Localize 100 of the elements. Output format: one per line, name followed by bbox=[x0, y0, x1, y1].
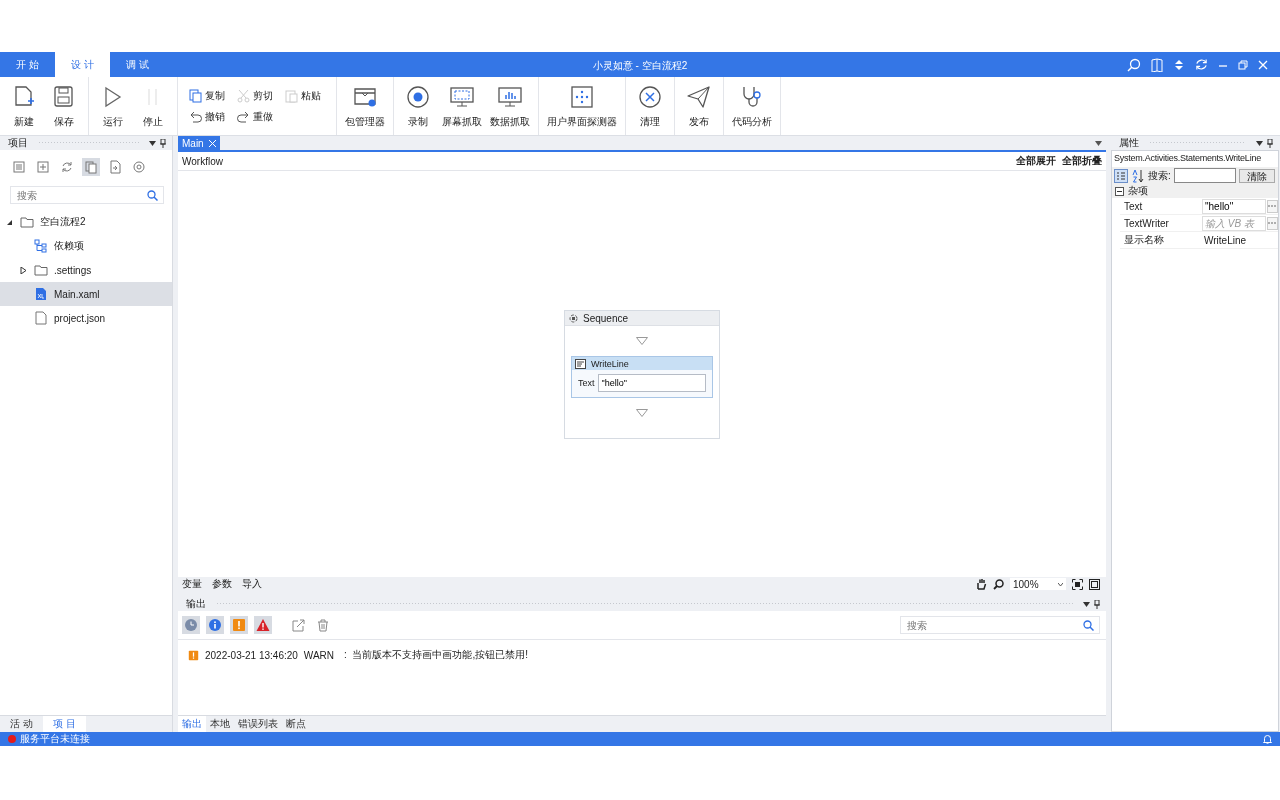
panel-tab[interactable]: 错误列表 bbox=[234, 716, 282, 732]
folder-icon bbox=[20, 215, 34, 229]
tree-item[interactable]: project.json bbox=[0, 306, 172, 330]
collapse-icon[interactable] bbox=[6, 218, 13, 226]
ribbon-button[interactable]: 撤销 bbox=[188, 109, 230, 124]
property-value[interactable]: WriteLine bbox=[1202, 234, 1247, 246]
menu-tab[interactable]: 设 计 bbox=[55, 52, 110, 77]
panel-tab[interactable]: 输出 bbox=[178, 716, 206, 732]
breadcrumb[interactable]: Workflow bbox=[182, 155, 223, 167]
clear-button[interactable]: 清除 bbox=[1238, 168, 1275, 183]
collapse-all-link[interactable]: 全部折叠 bbox=[1062, 154, 1102, 168]
bell-icon[interactable] bbox=[1263, 734, 1272, 744]
dropdown-icon[interactable] bbox=[149, 140, 156, 146]
filter-button[interactable] bbox=[254, 616, 272, 634]
pin-icon[interactable] bbox=[160, 138, 166, 148]
filter-button[interactable] bbox=[206, 616, 224, 634]
activity-card[interactable]: WriteLine Text "hello" bbox=[571, 356, 713, 398]
clock-icon bbox=[184, 618, 198, 632]
property-name: TextWriter bbox=[1123, 217, 1170, 229]
collapse-icon[interactable] bbox=[1115, 186, 1124, 196]
pin-icon[interactable] bbox=[1094, 599, 1100, 609]
ribbon-button[interactable]: 复制 bbox=[188, 88, 230, 103]
warning-icon bbox=[232, 618, 246, 632]
close-icon[interactable] bbox=[1258, 59, 1268, 70]
ribbon-button[interactable]: 保存 bbox=[46, 83, 82, 129]
file-icon bbox=[34, 311, 48, 325]
log-level: WARN bbox=[303, 649, 335, 661]
panel-tab[interactable]: 本地 bbox=[206, 716, 234, 732]
export-icon[interactable] bbox=[292, 618, 305, 632]
designer-tab[interactable]: 导入 bbox=[242, 577, 262, 591]
ribbon-button[interactable]: 新建 bbox=[6, 83, 42, 129]
status-text: 服务平台未连接 bbox=[20, 732, 90, 746]
ribbon-button[interactable]: 用户界面探测器 bbox=[545, 83, 619, 129]
toolbar-button[interactable] bbox=[82, 158, 100, 176]
activity-title: WriteLine bbox=[591, 358, 629, 369]
redo-icon bbox=[236, 109, 250, 124]
sort-icon[interactable] bbox=[1131, 168, 1145, 183]
designer-tab[interactable]: 参数 bbox=[212, 577, 232, 591]
panel-title: 项目 bbox=[8, 136, 28, 150]
property-name: 显示名称 bbox=[1123, 233, 1165, 247]
tree-item[interactable]: 空白流程2 bbox=[0, 210, 172, 234]
expression-field[interactable]: 输入 VB 表 bbox=[1202, 215, 1266, 231]
panel-title: 属性 bbox=[1119, 136, 1139, 150]
drop-arrow-icon bbox=[636, 337, 648, 345]
tree-item[interactable]: Main.xaml bbox=[0, 282, 172, 306]
window-title: 小灵如意 - 空白流程2 bbox=[592, 59, 688, 73]
panel-title: 输出 bbox=[186, 597, 206, 611]
trash-icon[interactable] bbox=[317, 618, 329, 632]
pin-icon[interactable] bbox=[1267, 138, 1273, 148]
refresh-icon[interactable] bbox=[1195, 58, 1208, 71]
ribbon-button[interactable]: 代码分析 bbox=[730, 83, 774, 129]
sequence-container[interactable]: Sequence WriteLine Text "hello" bbox=[564, 310, 720, 439]
ribbon-button[interactable]: 发布 bbox=[681, 83, 717, 129]
tree-item[interactable]: 依赖项 bbox=[0, 234, 172, 258]
ellipsis-button[interactable] bbox=[1266, 216, 1278, 230]
dropdown-icon[interactable] bbox=[1256, 140, 1263, 146]
input-field[interactable]: "hello" bbox=[597, 374, 706, 392]
clipboard-icon bbox=[284, 88, 298, 103]
search-icon bbox=[1083, 620, 1094, 631]
ribbon-button[interactable]: 重做 bbox=[236, 109, 278, 124]
activity-icon bbox=[575, 358, 586, 369]
toolbar-button[interactable] bbox=[130, 158, 148, 176]
search-icon[interactable] bbox=[993, 578, 1004, 590]
error-icon bbox=[256, 618, 270, 632]
panel-tab[interactable]: 断点 bbox=[282, 716, 310, 732]
sequence-icon bbox=[568, 312, 579, 324]
document-tab[interactable]: Main bbox=[178, 136, 220, 150]
clear-circle-icon bbox=[637, 83, 663, 110]
up-down-icon[interactable] bbox=[1173, 57, 1185, 72]
xaml-file-icon bbox=[34, 287, 48, 301]
dropdown-icon[interactable] bbox=[1083, 601, 1090, 607]
ribbon-button[interactable]: 清理 bbox=[632, 83, 668, 129]
restore-icon[interactable] bbox=[1238, 59, 1248, 70]
category-name: 杂项 bbox=[1128, 184, 1148, 198]
info-icon bbox=[208, 618, 222, 632]
ribbon-button[interactable]: 录制 bbox=[400, 83, 436, 129]
filter-button[interactable] bbox=[182, 616, 200, 634]
panel-tab[interactable]: 项 目 bbox=[42, 716, 86, 732]
toolbar-button[interactable] bbox=[34, 158, 52, 176]
ribbon-button[interactable]: 屏幕抓取 bbox=[440, 83, 484, 129]
panel-tab[interactable]: 活 动 bbox=[0, 716, 43, 732]
close-icon[interactable] bbox=[208, 139, 216, 147]
dropdown-icon[interactable] bbox=[1095, 140, 1102, 146]
ellipsis-button[interactable] bbox=[1266, 199, 1278, 213]
ribbon-button[interactable]: 运行 bbox=[95, 83, 131, 129]
fit-screen-icon[interactable] bbox=[1072, 578, 1083, 590]
menu-tab[interactable]: 开 始 bbox=[0, 52, 55, 77]
designer-tab[interactable]: 变量 bbox=[182, 577, 202, 591]
search-field[interactable] bbox=[1173, 168, 1236, 183]
ribbon-button[interactable]: 数据抓取 bbox=[488, 83, 532, 129]
zoom-dropdown[interactable]: 100% bbox=[1010, 578, 1066, 590]
expression-field[interactable]: "hello" bbox=[1202, 198, 1266, 214]
book-icon[interactable] bbox=[1151, 57, 1163, 72]
menu-tab[interactable]: 调 试 bbox=[110, 52, 165, 77]
copy-files-icon bbox=[84, 160, 98, 174]
expand-icon[interactable] bbox=[20, 266, 27, 274]
ribbon-button[interactable]: 包管理器 bbox=[343, 83, 387, 129]
overview-icon[interactable] bbox=[1089, 578, 1100, 590]
expand-all-link[interactable]: 全部展开 bbox=[1016, 154, 1056, 168]
tree-item[interactable]: .settings bbox=[0, 258, 172, 282]
